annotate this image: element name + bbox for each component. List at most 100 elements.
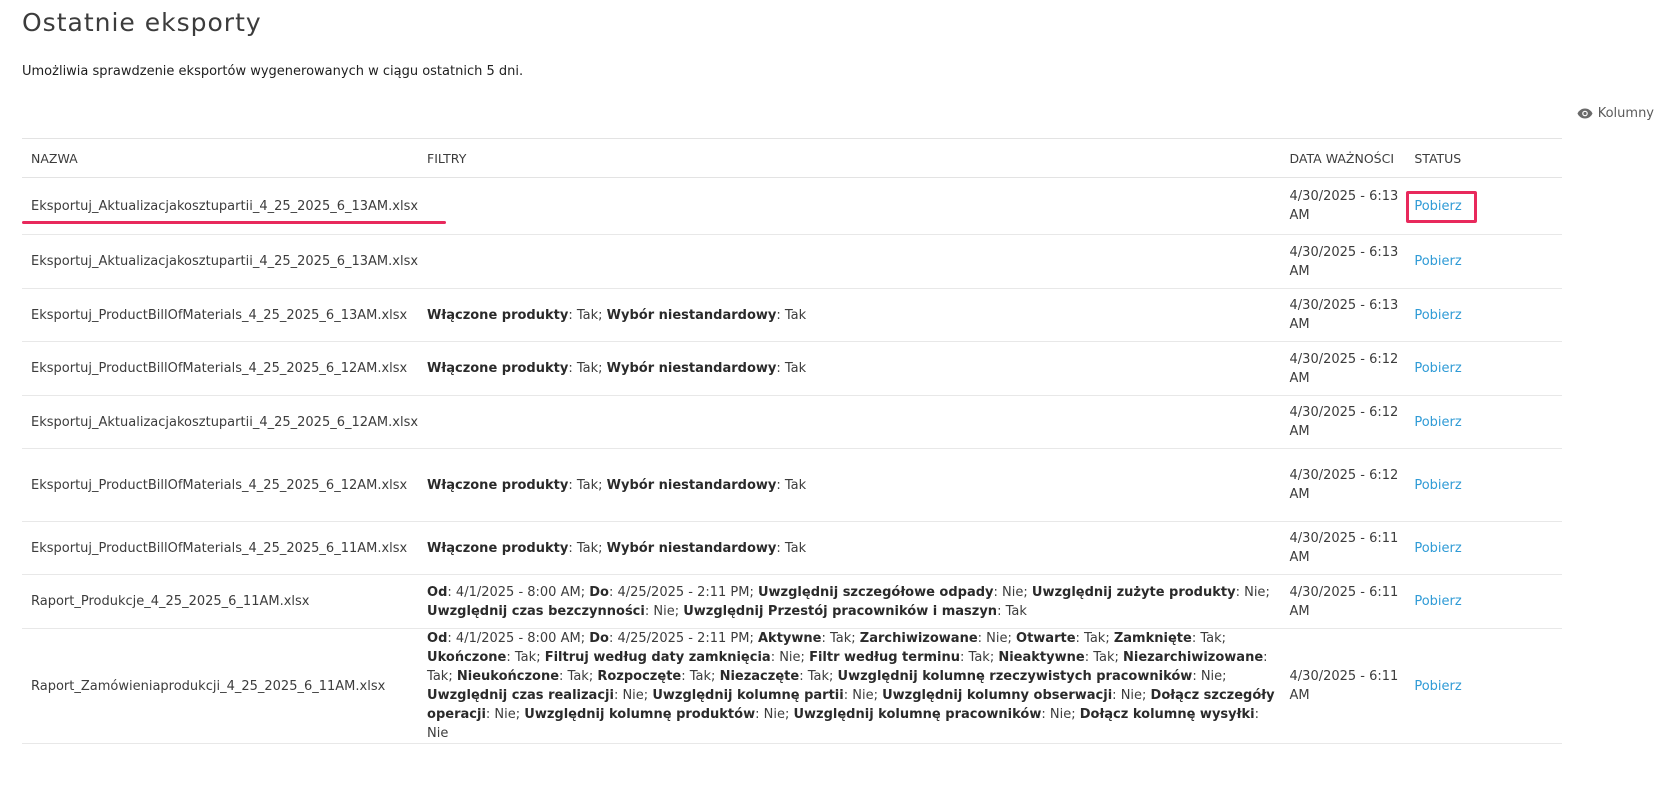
header-expiry[interactable]: DATA WAŻNOŚCI (1280, 138, 1406, 178)
filter-value: Tak (784, 307, 807, 323)
expiry-date: 4/30/2025 - 6:13 AM (1280, 288, 1406, 342)
filter-value: Tak (1093, 650, 1115, 665)
filter-key: Uwzględnij kolumnę rzeczywistych pracown… (837, 669, 1193, 684)
filter-key: Włączone produkty (427, 477, 569, 493)
table-row: Eksportuj_ProductBillOfMaterials_4_25_20… (22, 341, 1562, 396)
filters-cell (418, 177, 1281, 235)
filter-key: Od (427, 631, 448, 646)
filter-value: Tak (576, 361, 599, 376)
file-name: Eksportuj_Aktualizacjakosztupartii_4_25_… (22, 177, 419, 235)
filter-key: Zarchiwizowane (859, 631, 978, 646)
filter-key: Wybór niestandardowy (606, 307, 777, 323)
status-cell: Pobierz (1405, 521, 1562, 575)
download-link[interactable]: Pobierz (1414, 308, 1461, 323)
table-row: Eksportuj_ProductBillOfMaterials_4_25_20… (22, 448, 1562, 522)
filters-cell: Od: 4/1/2025 - 8:00 AM; Do: 4/25/2025 - … (418, 574, 1281, 629)
filter-value: Tak (829, 631, 852, 646)
download-link[interactable]: Pobierz (1414, 361, 1461, 376)
filter-value: Nie (427, 726, 449, 741)
filter-key: Uwzględnij czas bezczynności (427, 603, 645, 619)
filter-key: Niezarchiwizowane (1123, 650, 1264, 665)
status-cell: Pobierz (1405, 395, 1562, 449)
filter-key: Włączone produkty (427, 540, 569, 556)
table-row: Eksportuj_Aktualizacjakosztupartii_4_25_… (22, 177, 1562, 235)
download-link[interactable]: Pobierz (1414, 478, 1461, 493)
filter-key: Uwzględnij zużyte produkty (1031, 584, 1236, 600)
header-filters[interactable]: FILTRY (418, 138, 1281, 178)
filter-key: Uwzględnij kolumnę partii (652, 688, 844, 703)
download-link[interactable]: Pobierz (1414, 594, 1461, 609)
header-status[interactable]: STATUS (1405, 138, 1562, 178)
filter-key: Nieukończone (456, 669, 560, 684)
filter-key: Wybór niestandardowy (606, 361, 777, 376)
filter-key: Aktywne (757, 631, 822, 646)
table-row: Raport_Produkcje_4_25_2025_6_11AM.xlsx Od… (22, 574, 1562, 629)
filter-key: Włączone produkty (427, 307, 569, 323)
filter-key: Nieaktywne (998, 650, 1085, 665)
filter-key: Dołącz kolumnę wysyłki (1079, 707, 1255, 722)
download-link[interactable]: Pobierz (1414, 254, 1461, 269)
filter-value: Tak (576, 477, 599, 493)
filter-value: 4/25/2025 - 2:11 PM (617, 631, 750, 646)
table-header-row: NAZWA FILTRY DATA WAŻNOŚCI STATUS (22, 138, 1562, 178)
download-link[interactable]: Pobierz (1414, 541, 1461, 556)
status-cell: Pobierz (1405, 448, 1562, 522)
file-name: Eksportuj_ProductBillOfMaterials_4_25_20… (22, 288, 419, 342)
filter-value: Nie (1120, 688, 1143, 703)
file-name: Eksportuj_ProductBillOfMaterials_4_25_20… (22, 448, 419, 522)
expiry-date: 4/30/2025 - 6:13 AM (1280, 177, 1406, 235)
filter-value: Tak (1084, 631, 1106, 646)
filter-value: Nie (1200, 669, 1223, 684)
file-name: Eksportuj_Aktualizacjakosztupartii_4_25_… (22, 234, 419, 289)
filter-value: Tak (784, 477, 807, 493)
filter-key: Do (589, 631, 609, 646)
filter-value: Tak (1200, 631, 1222, 646)
filter-value: Tak (784, 540, 807, 556)
filter-value: Nie (653, 603, 675, 619)
filter-key: Zamknięte (1113, 631, 1192, 646)
filter-key: Wybór niestandardowy (606, 540, 777, 556)
filter-key: Uwzględnij czas realizacji (427, 688, 614, 703)
filter-value: Tak (576, 307, 599, 323)
filters-cell (418, 234, 1281, 289)
table-row: Eksportuj_ProductBillOfMaterials_4_25_20… (22, 288, 1562, 342)
expiry-date: 4/30/2025 - 6:11 AM (1280, 574, 1406, 629)
columns-button[interactable]: Kolumny (1577, 106, 1654, 121)
file-name: Raport_Produkcje_4_25_2025_6_11AM.xlsx (22, 574, 419, 629)
filter-value: Tak (427, 669, 449, 684)
filters-cell: Włączone produkty: Tak; Wybór niestandar… (418, 341, 1281, 396)
filters-cell: Włączone produkty: Tak; Wybór niestandar… (418, 521, 1281, 575)
filter-value: 4/1/2025 - 8:00 AM (455, 584, 581, 600)
filters-cell: Włączone produkty: Tak; Wybór niestandar… (418, 288, 1281, 342)
table-row: Raport_Zamówieniaprodukcji_4_25_2025_6_1… (22, 628, 1562, 744)
filter-value: Nie (852, 688, 874, 703)
filter-value: Nie (622, 688, 644, 703)
filter-value: Tak (689, 669, 712, 684)
filter-value: Tak (576, 540, 599, 556)
expiry-date: 4/30/2025 - 6:11 AM (1280, 628, 1406, 744)
page-title: Ostatnie eksporty (22, 8, 262, 37)
status-cell: Pobierz (1405, 341, 1562, 396)
status-cell: Pobierz (1405, 628, 1562, 744)
expiry-date: 4/30/2025 - 6:11 AM (1280, 521, 1406, 575)
filter-value: Tak (968, 650, 990, 665)
table-row: Eksportuj_Aktualizacjakosztupartii_4_25_… (22, 234, 1562, 289)
filter-value: Tak (784, 361, 807, 376)
columns-button-label: Kolumny (1597, 106, 1654, 121)
filter-key: Uwzględnij szczegółowe odpady (757, 584, 994, 600)
filter-value: Tak (807, 669, 829, 684)
filter-key: Od (427, 584, 448, 600)
header-name[interactable]: NAZWA (22, 138, 419, 178)
status-cell: Pobierz (1405, 234, 1562, 289)
file-name: Eksportuj_ProductBillOfMaterials_4_25_20… (22, 521, 419, 575)
filter-key: Uwzględnij kolumny obserwacji (882, 688, 1113, 703)
filter-key: Rozpoczęte (597, 669, 682, 684)
highlight-box (1406, 191, 1477, 223)
filter-key: Wybór niestandardowy (606, 477, 777, 493)
filter-value: 4/25/2025 - 2:11 PM (617, 584, 750, 600)
filter-value: Nie (779, 650, 801, 665)
filters-cell: Od: 4/1/2025 - 8:00 AM; Do: 4/25/2025 - … (418, 628, 1281, 744)
filter-key: Uwzględnij kolumnę pracowników (793, 707, 1042, 722)
download-link[interactable]: Pobierz (1414, 679, 1461, 694)
download-link[interactable]: Pobierz (1414, 415, 1461, 430)
